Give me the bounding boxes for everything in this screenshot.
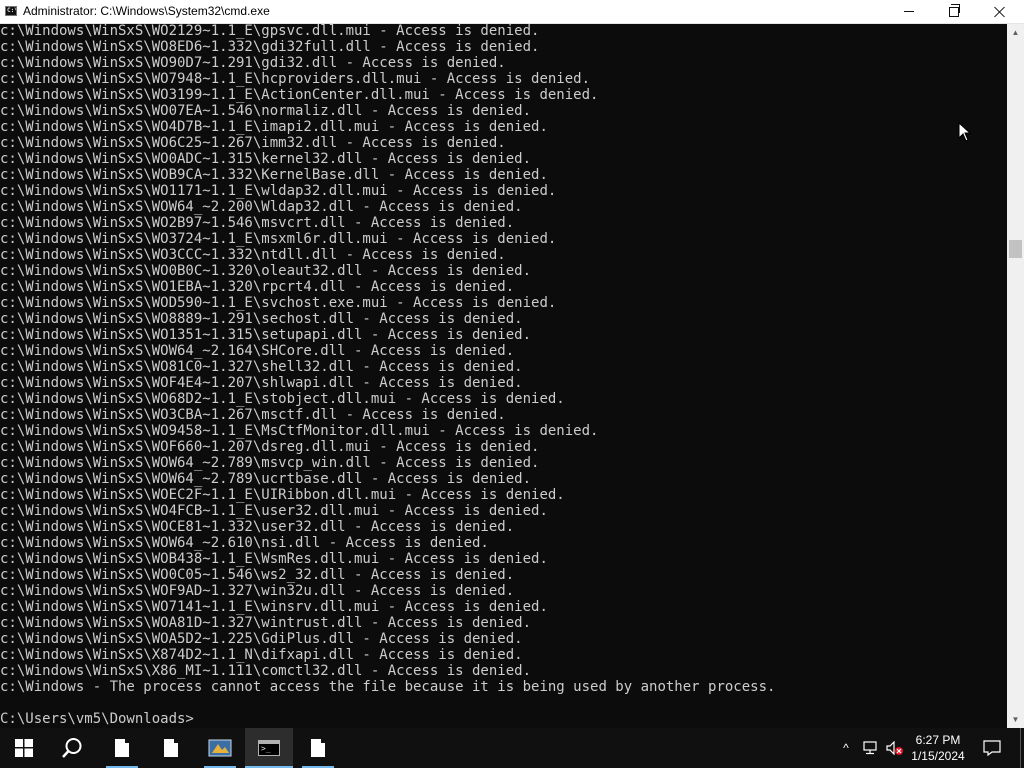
minimize-icon — [904, 11, 914, 13]
maximize-button[interactable] — [931, 0, 977, 23]
taskbar: ^ 6:27 PM 1/15/2024 — [0, 728, 1024, 768]
restore-icon — [949, 3, 960, 17]
console-line: c:\Windows\WinSxS\WOF9AD~1.327\win32u.dl… — [0, 583, 515, 599]
console-line: c:\Windows\WinSxS\WO3CCC~1.332\ntdll.dll… — [0, 247, 506, 263]
console-line: c:\Windows\WinSxS\WO2129~1.1_E\gpsvc.dll… — [0, 24, 540, 39]
document-icon — [164, 739, 178, 757]
windows-logo-icon — [15, 739, 33, 757]
vertical-scrollbar[interactable]: ▲ ▼ — [1007, 24, 1024, 728]
console-line: c:\Windows\WinSxS\WO0C05~1.546\ws2_32.dl… — [0, 567, 515, 583]
taskbar-file-1[interactable] — [98, 728, 146, 768]
cmd-icon — [258, 740, 280, 756]
scroll-down-button[interactable]: ▼ — [1007, 711, 1024, 728]
console-line: c:\Windows\WinSxS\WO07EA~1.546\normaliz.… — [0, 103, 532, 119]
start-button[interactable] — [0, 728, 48, 768]
taskbar-file-3[interactable] — [294, 728, 342, 768]
network-icon — [863, 741, 877, 755]
console-line: c:\Windows\WinSxS\WOA81D~1.327\wintrust.… — [0, 615, 532, 631]
console-line: c:\Windows - The process cannot access t… — [0, 679, 776, 695]
console-line: c:\Windows\WinSxS\WO4FCB~1.1_E\user32.dl… — [0, 503, 548, 519]
console-line: c:\Windows\WinSxS\WO68D2~1.1_E\stobject.… — [0, 391, 565, 407]
console-line: c:\Windows\WinSxS\WO81C0~1.327\shell32.d… — [0, 359, 523, 375]
console-line: c:\Windows\WinSxS\WOF4E4~1.207\shlwapi.d… — [0, 375, 523, 391]
console-line: c:\Windows\WinSxS\WOA5D2~1.225\GdiPlus.d… — [0, 631, 523, 647]
close-icon — [994, 6, 1006, 18]
console-line: c:\Windows\WinSxS\WO0ADC~1.315\kernel32.… — [0, 151, 532, 167]
console-line: c:\Windows\WinSxS\WOW64_~2.200\Wldap32.d… — [0, 199, 523, 215]
console-line: c:\Windows\WinSxS\WO7141~1.1_E\winsrv.dl… — [0, 599, 548, 615]
cmd-app-icon[interactable]: C:\ — [5, 6, 17, 16]
console-line: c:\Windows\WinSxS\X86_MI~1.111\comctl32.… — [0, 663, 532, 679]
console-line: c:\Windows\WinSxS\WOW64_~2.610\nsi.dll -… — [0, 535, 489, 551]
volume-button[interactable] — [884, 728, 906, 768]
app-icon — [208, 739, 232, 757]
show-desktop-button[interactable] — [1020, 728, 1024, 768]
console-line: c:\Windows\WinSxS\WO6C25~1.267\imm32.dll… — [0, 135, 506, 151]
console-line: c:\Windows\WinSxS\WOW64_~2.789\ucrtbase.… — [0, 471, 532, 487]
console-line: c:\Windows\WinSxS\WO1351~1.315\setupapi.… — [0, 327, 532, 343]
console-line: c:\Windows\WinSxS\WO90D7~1.291\gdi32.dll… — [0, 55, 506, 71]
console-line: c:\Windows\WinSxS\WO0B0C~1.320\oleaut32.… — [0, 263, 532, 279]
console-output[interactable]: c:\Windows\WinSxS\WO2129~1.1_E\gpsvc.dll… — [0, 24, 1007, 728]
console-line: c:\Windows\WinSxS\WO8889~1.291\sechost.d… — [0, 311, 523, 327]
console-line: c:\Windows\WinSxS\WOB9CA~1.332\KernelBas… — [0, 167, 548, 183]
console-line: c:\Windows\WinSxS\WO2B97~1.546\msvcrt.dl… — [0, 215, 515, 231]
clock-date: 1/15/2024 — [911, 749, 965, 763]
title-bar[interactable]: C:\ Administrator: C:\Windows\System32\c… — [0, 0, 1024, 24]
console-line: c:\Windows\WinSxS\WO1EBA~1.320\rpcrt4.dl… — [0, 279, 515, 295]
volume-muted-icon — [886, 741, 903, 755]
search-icon — [62, 738, 82, 758]
chevron-up-icon: ^ — [843, 741, 849, 755]
scroll-thumb[interactable] — [1009, 240, 1022, 258]
document-icon — [311, 739, 325, 757]
network-button[interactable] — [860, 728, 882, 768]
clock-time: 6:27 PM — [915, 733, 961, 747]
window-title: Administrator: C:\Windows\System32\cmd.e… — [23, 4, 270, 18]
console-line: c:\Windows\WinSxS\X874D2~1.1_N\difxapi.d… — [0, 647, 523, 663]
console-line: c:\Windows\WinSxS\WO9458~1.1_E\MsCtfMoni… — [0, 423, 599, 439]
console-line: c:\Windows\WinSxS\WOW64_~2.789\msvcp_win… — [0, 455, 540, 471]
show-hidden-icons-button[interactable]: ^ — [836, 728, 856, 768]
console-line: c:\Windows\WinSxS\WOF660~1.207\dsreg.dll… — [0, 439, 540, 455]
console-line: c:\Windows\WinSxS\WO3199~1.1_E\ActionCen… — [0, 87, 599, 103]
command-prompt: C:\Users\vm5\Downloads> — [0, 711, 194, 727]
scroll-up-button[interactable]: ▲ — [1007, 24, 1024, 41]
search-button[interactable] — [48, 728, 96, 768]
console-line: c:\Windows\WinSxS\WO8ED6~1.332\gdi32full… — [0, 39, 540, 55]
console-line: c:\Windows\WinSxS\WOD590~1.1_E\svchost.e… — [0, 295, 557, 311]
console-line: c:\Windows\WinSxS\WOCE81~1.332\user32.dl… — [0, 519, 515, 535]
console-line: c:\Windows\WinSxS\WO4D7B~1.1_E\imapi2.dl… — [0, 119, 548, 135]
minimize-button[interactable] — [886, 0, 932, 23]
notification-icon — [983, 740, 1001, 756]
console-line: c:\Windows\WinSxS\WO3CBA~1.267\msctf.dll… — [0, 407, 506, 423]
console-line: c:\Windows\WinSxS\WO1171~1.1_E\wldap32.d… — [0, 183, 557, 199]
console-line: c:\Windows\WinSxS\WO7948~1.1_E\hcprovide… — [0, 71, 591, 87]
close-button[interactable] — [977, 0, 1023, 23]
console-line: c:\Windows\WinSxS\WO3724~1.1_E\msxml6r.d… — [0, 231, 557, 247]
clock[interactable]: 6:27 PM 1/15/2024 — [906, 732, 970, 764]
document-icon — [115, 739, 129, 757]
console-line: c:\Windows\WinSxS\WOW64_~2.164\SHCore.dl… — [0, 343, 515, 359]
taskbar-file-2[interactable] — [147, 728, 195, 768]
taskbar-cmd[interactable] — [245, 728, 293, 768]
console-line: c:\Windows\WinSxS\WOB438~1.1_E\WsmRes.dl… — [0, 551, 548, 567]
console-line: c:\Windows\WinSxS\WOEC2F~1.1_E\UIRibbon.… — [0, 487, 565, 503]
mouse-pointer-icon — [958, 122, 972, 142]
notifications-button[interactable] — [978, 728, 1006, 768]
taskbar-app[interactable] — [196, 728, 244, 768]
